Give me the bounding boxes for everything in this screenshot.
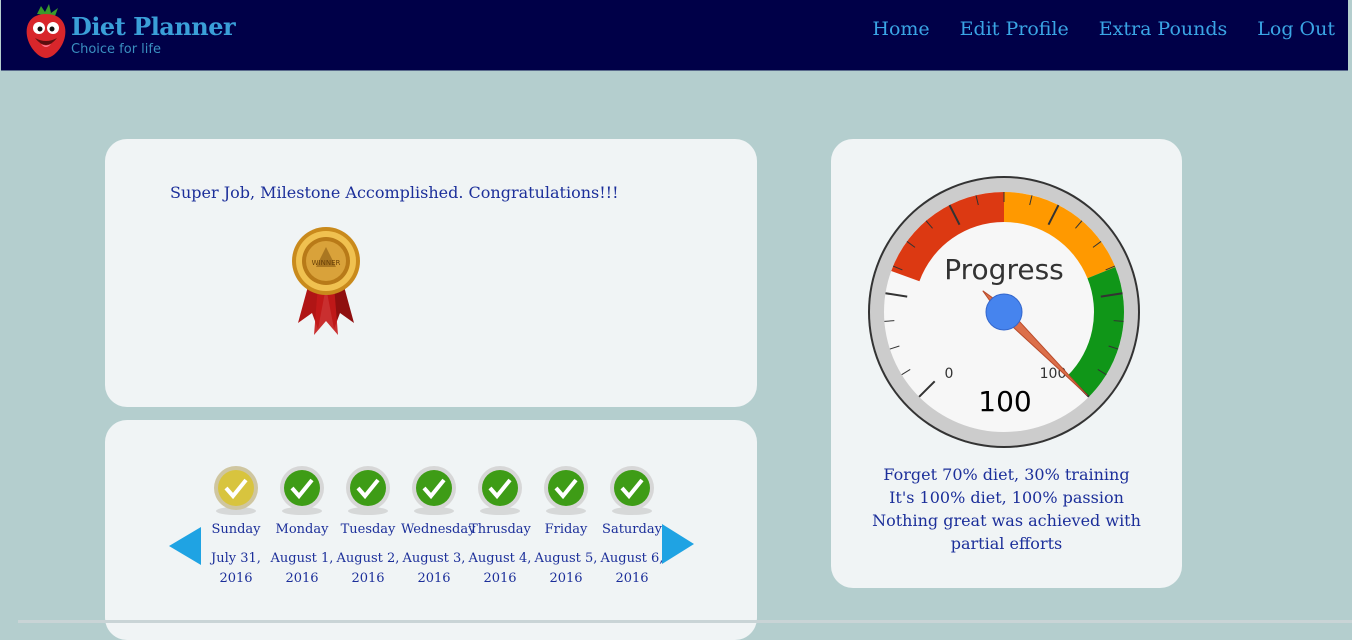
day-date: August 3, 2016 (402, 551, 466, 586)
day-name: Monday (275, 522, 329, 537)
progress-card: Progress 0 100 100 Forget 70% diet, 30% … (831, 139, 1182, 588)
day-date: August 2, 2016 (336, 551, 400, 586)
day-name: Thrusday (469, 522, 531, 537)
day-date: August 5, 2016 (534, 551, 598, 586)
week-days: Sunday July 31, 2016 Monday August 1, 20… (203, 464, 665, 589)
milestone-message: Super Job, Milestone Accomplished. Congr… (170, 183, 619, 202)
motivation-quote: Forget 70% diet, 30% training It's 100% … (851, 463, 1162, 555)
day-item[interactable]: Friday August 5, 2016 (533, 464, 599, 589)
checkmark-icon (412, 466, 456, 515)
gauge-value: 100 (978, 385, 1031, 418)
checkmark-icon (478, 466, 522, 515)
week-card: Sunday July 31, 2016 Monday August 1, 20… (105, 420, 757, 640)
day-item[interactable]: Tuesday August 2, 2016 (335, 464, 401, 589)
nav-home-link[interactable]: Home (872, 18, 929, 40)
nav-edit-profile-link[interactable]: Edit Profile (960, 18, 1069, 40)
nav-log-out-link[interactable]: Log Out (1257, 18, 1335, 40)
strawberry-logo-icon[interactable] (23, 4, 69, 58)
day-item[interactable]: Wednesday August 3, 2016 (401, 464, 476, 589)
day-name: Sunday (211, 522, 261, 537)
day-date: August 6, 2016 (600, 551, 664, 586)
brand-title[interactable]: Diet Planner (71, 12, 236, 41)
main-nav: Home Edit Profile Extra Pounds Log Out (872, 18, 1335, 40)
quote-line: Nothing great was achieved with partial … (872, 511, 1141, 553)
brand-subtitle: Choice for life (71, 42, 161, 57)
day-name: Saturday (602, 522, 662, 537)
day-date: August 1, 2016 (270, 551, 334, 586)
day-date: July 31, 2016 (211, 551, 261, 586)
gauge-hub (985, 293, 1023, 331)
day-name: Tuesday (340, 522, 396, 537)
top-navbar: Diet Planner Choice for life Home Edit P… (1, 0, 1348, 71)
checkmark-icon (610, 466, 654, 515)
checkmark-icon (544, 466, 588, 515)
day-date: August 4, 2016 (468, 551, 532, 586)
day-name: Friday (544, 522, 588, 537)
day-name: Wednesday (401, 522, 476, 537)
checkmark-icon (280, 466, 324, 515)
day-item[interactable]: Sunday July 31, 2016 (203, 464, 269, 589)
progress-gauge: Progress 0 100 100 (868, 176, 1140, 448)
day-item[interactable]: Saturday August 6, 2016 (599, 464, 665, 589)
medal-label: WINNER (312, 259, 341, 267)
arrow-right-icon[interactable] (662, 524, 694, 564)
winner-medal-icon: WINNER (292, 227, 360, 335)
checkmark-icon (214, 466, 258, 515)
day-item[interactable]: Monday August 1, 2016 (269, 464, 335, 589)
gauge-min-label: 0 (945, 366, 954, 382)
arrow-left-icon[interactable] (169, 527, 201, 565)
checkmark-icon (346, 466, 390, 515)
quote-line: Forget 70% diet, 30% training (883, 465, 1130, 484)
quote-line: It's 100% diet, 100% passion (889, 488, 1124, 507)
day-item[interactable]: Thrusday August 4, 2016 (467, 464, 533, 589)
milestone-card: Super Job, Milestone Accomplished. Congr… (105, 139, 757, 407)
nav-extra-pounds-link[interactable]: Extra Pounds (1099, 18, 1228, 40)
gauge-label: Progress (944, 253, 1064, 286)
